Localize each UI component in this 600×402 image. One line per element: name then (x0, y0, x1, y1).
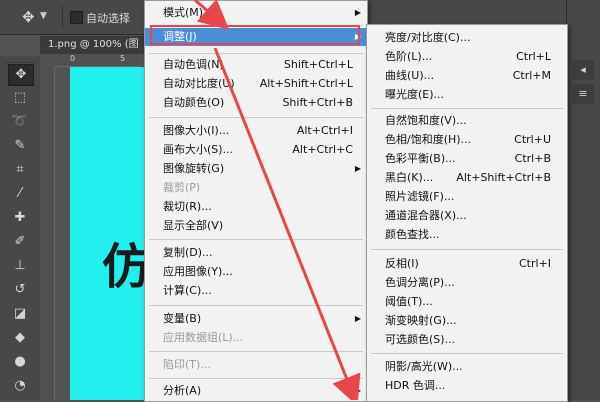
annotation-arrow-long (213, 47, 361, 400)
annotation-arrow-top (194, 0, 230, 30)
annotation-arrows (194, 0, 361, 400)
